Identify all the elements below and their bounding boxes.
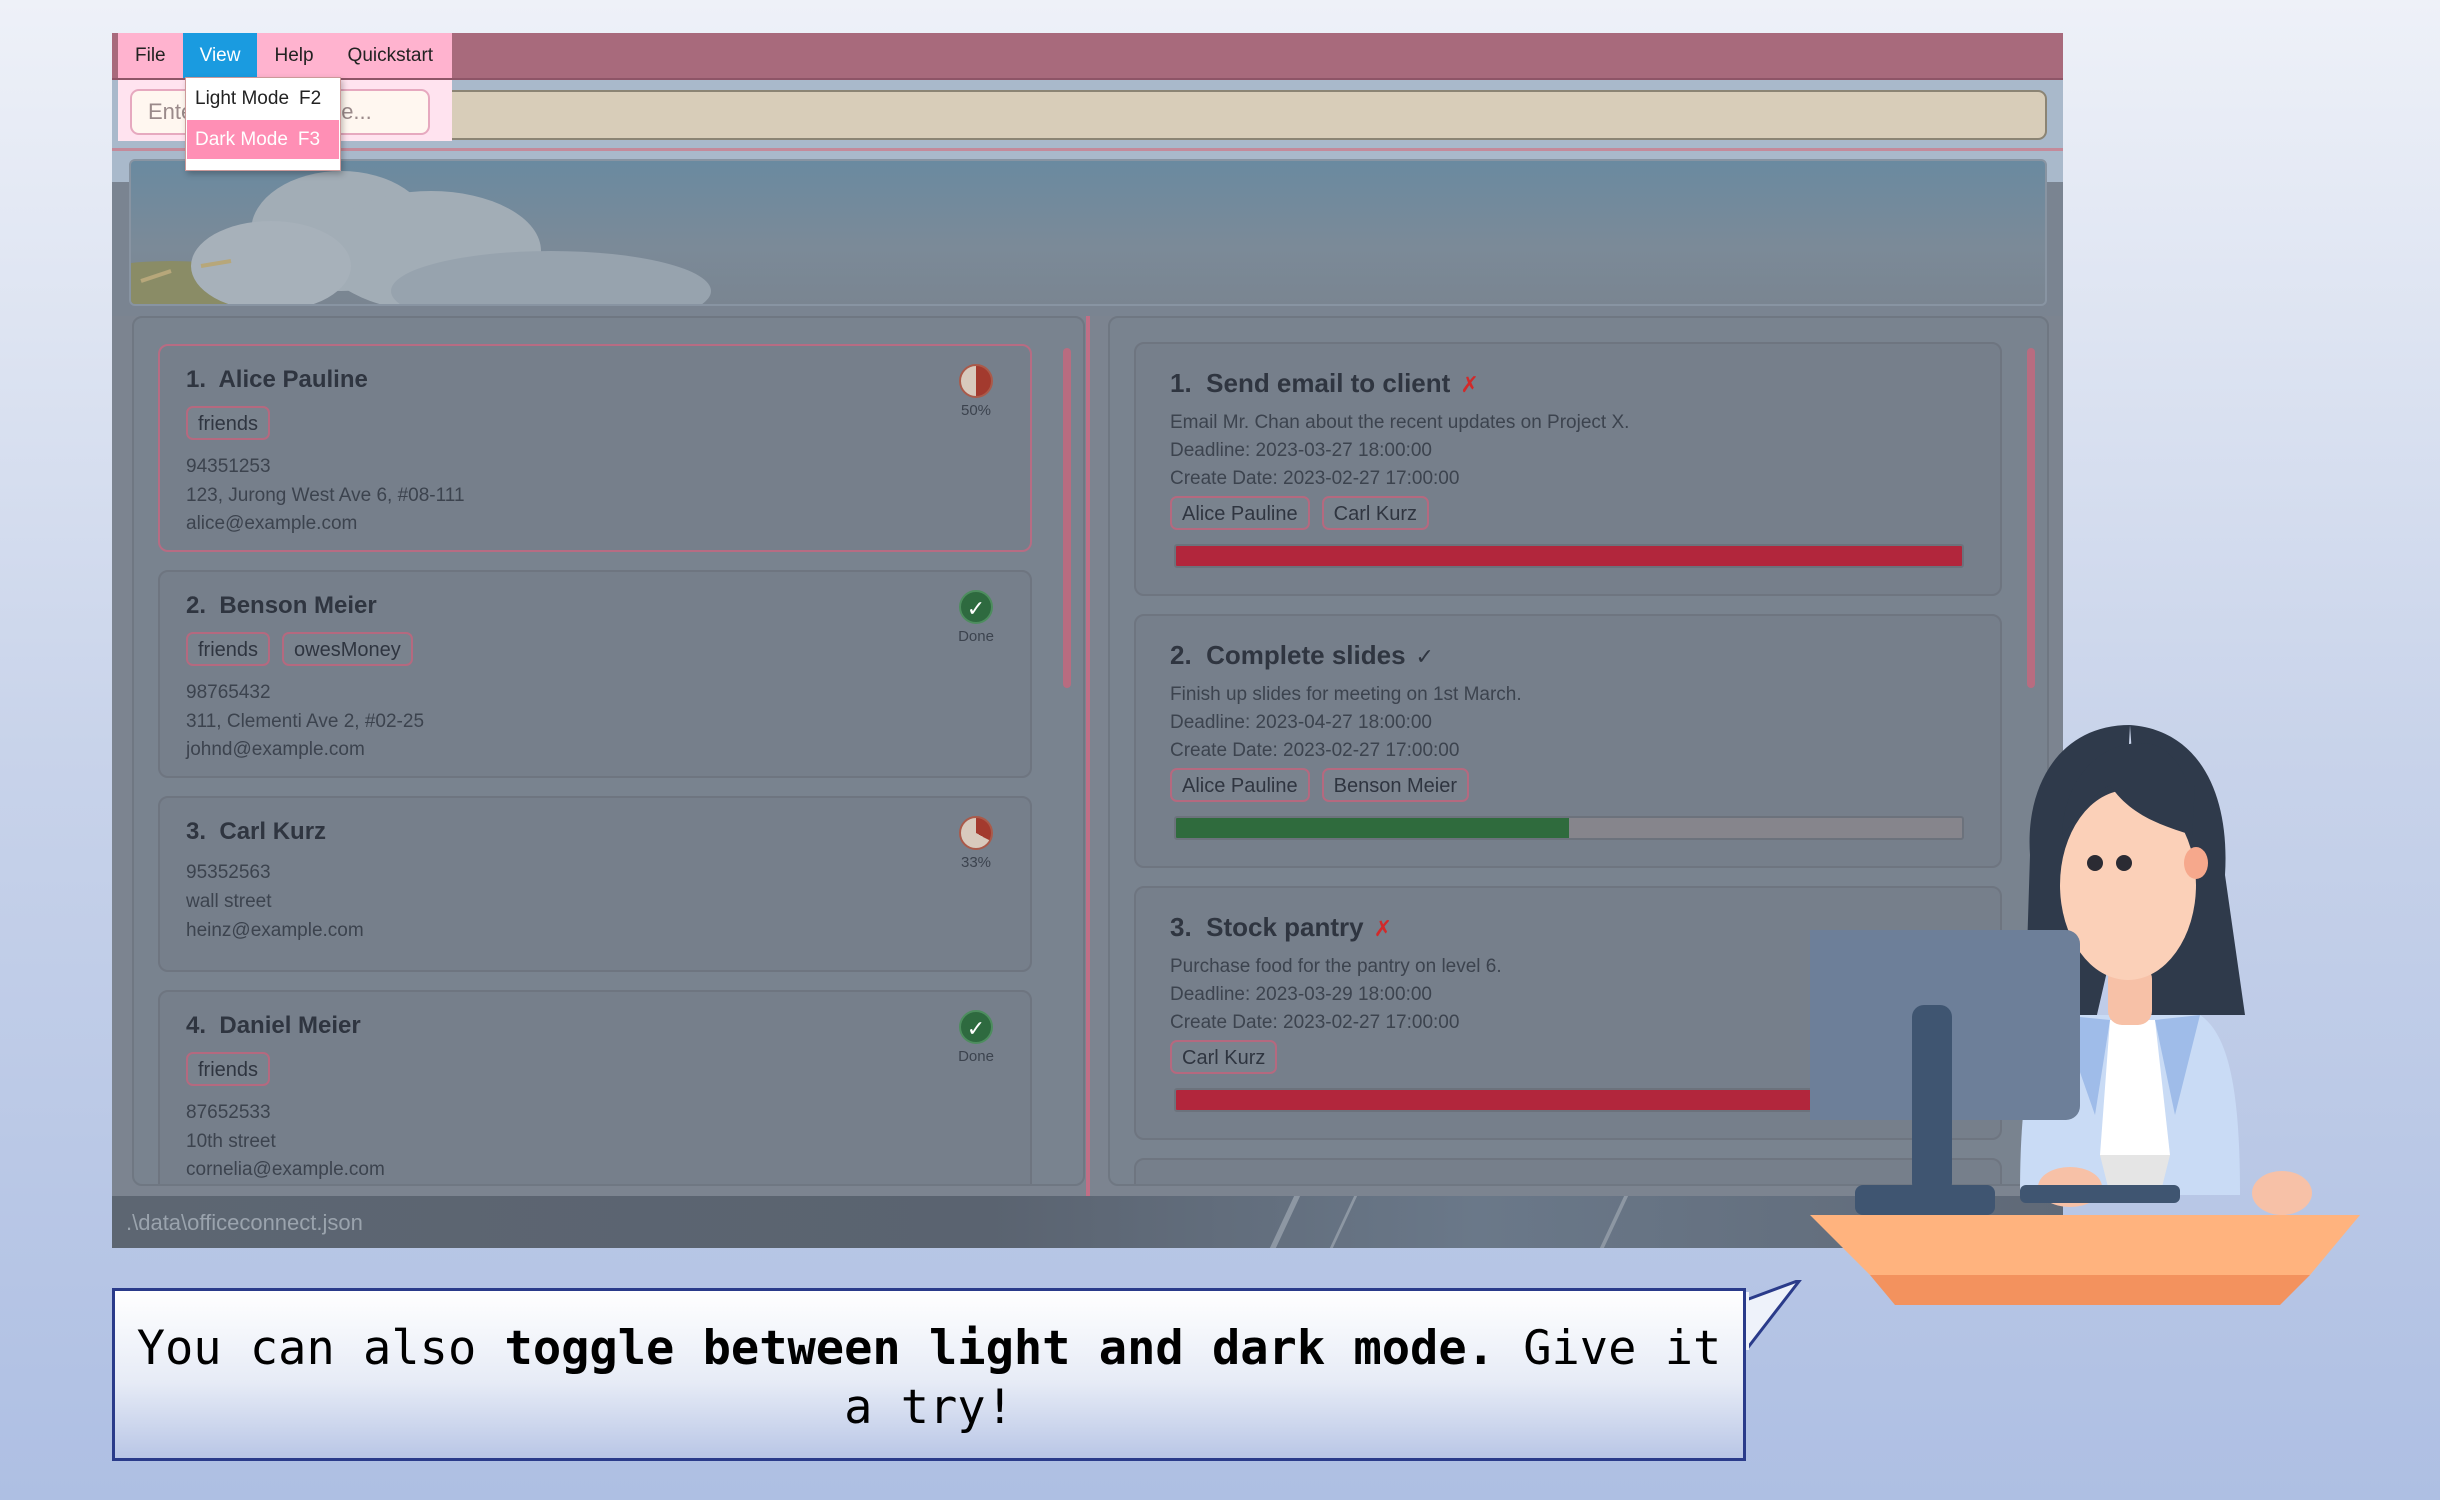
progress-fill [1176, 818, 1569, 838]
task-assignees: Carl Kurz [1170, 1040, 1289, 1074]
menu-file[interactable]: File [118, 33, 183, 78]
person-address: wall street [186, 891, 272, 912]
result-display [129, 159, 2047, 306]
task-create-date: Create Date: 2023-02-27 17:00:00 [1170, 740, 1460, 761]
task-title: 1. Send email to client ✗ [1170, 368, 1479, 398]
cloud-illustration [131, 171, 711, 304]
not-done-icon: ✗ [1460, 372, 1479, 397]
light-mode-item[interactable]: Light Mode F2 [187, 79, 339, 118]
light-mode-label: Light Mode [195, 88, 290, 109]
person-card[interactable]: 1. Alice Pauline friends 94351253 123, J… [158, 344, 1032, 552]
menu-view[interactable]: View [182, 33, 258, 78]
view-dropdown: Light Mode F2 Dark Mode F3 [185, 77, 341, 171]
person-title: 3. Carl Kurz [186, 818, 327, 845]
person-phone: 87652533 [186, 1102, 271, 1123]
task-create-date: Create Date: 2023-02-27 17:00:00 [1170, 468, 1460, 489]
task-deadline: Deadline: 2023-03-27 18:00:00 [1170, 440, 1432, 461]
task-assignees: Alice Pauline Benson Meier [1170, 768, 1481, 802]
task-assignees: Alice Pauline Carl Kurz [1170, 496, 1441, 530]
app-window: File View Help Quickstart Light Mode F2 D… [112, 33, 2063, 1248]
tag: friends [186, 406, 271, 440]
person-address: 311, Clementi Ave 2, #02-25 [186, 711, 425, 732]
divider-line [112, 148, 2063, 151]
menu-help[interactable]: Help [257, 33, 330, 78]
panel-divider[interactable] [1086, 316, 1090, 1196]
task-description: Purchase food for the pantry on level 6. [1170, 956, 1502, 977]
bubble-bold-text: toggle between light and dark mode. [504, 1321, 1495, 1376]
dark-mode-shortcut: F3 [297, 129, 321, 150]
person-phone: 94351253 [186, 456, 271, 477]
bubble-text: You can also toggle between light and da… [136, 1321, 1722, 1435]
person-email: cornelia@example.com [186, 1159, 385, 1180]
character-illustration [1810, 725, 2360, 1305]
done-check-icon: ✓ [1415, 644, 1434, 669]
person-card[interactable]: 4. Daniel Meier friends 87652533 10th st… [158, 990, 1032, 1184]
person-card[interactable]: 2. Benson Meier friends owesMoney 9876543… [158, 570, 1032, 778]
task-create-date: Create Date: 2023-02-27 17:00:00 [1170, 1012, 1460, 1033]
speech-bubble: You can also toggle between light and da… [112, 1288, 1746, 1461]
task-deadline: Deadline: 2023-04-27 18:00:00 [1170, 712, 1432, 733]
light-mode-shortcut: F2 [299, 88, 322, 109]
checkmark-icon: ✓ [959, 1010, 993, 1044]
menu-bar: File View Help Quickstart [112, 33, 2063, 80]
person-phone: 95352563 [186, 862, 271, 883]
person-tags: friends [186, 406, 282, 440]
tag: owesMoney [282, 632, 413, 666]
assignee-tag: Benson Meier [1321, 768, 1470, 802]
person-title: 4. Daniel Meier [186, 1012, 361, 1039]
task-list-scrollbar[interactable] [2027, 348, 2035, 688]
task-deadline: Deadline: 2023-03-29 18:00:00 [1170, 984, 1432, 1005]
main-panels: 1. Alice Pauline friends 94351253 123, J… [112, 316, 2063, 1196]
assignee-tag: Carl Kurz [1321, 496, 1429, 530]
person-address: 123, Jurong West Ave 6, #08-111 [186, 485, 465, 506]
person-status: ✓ Done [946, 590, 1006, 645]
person-address: 10th street [186, 1131, 276, 1152]
person-title: 2. Benson Meier [186, 592, 377, 619]
task-card[interactable]: 1. Send email to client ✗ Email Mr. Chan … [1134, 342, 2002, 596]
person-card[interactable]: 3. Carl Kurz 95352563 wall street heinz@… [158, 796, 1032, 972]
person-tags: friends owesMoney [186, 632, 425, 666]
task-title: 2. Complete slides ✓ [1170, 640, 1434, 670]
checkmark-icon: ✓ [959, 590, 993, 624]
assignee-tag: Alice Pauline [1170, 768, 1310, 802]
person-tags: friends [186, 1052, 282, 1086]
dark-mode-item[interactable]: Dark Mode F3 [187, 120, 339, 159]
speech-bubble-tail [1740, 1280, 1802, 1350]
person-phone: 98765432 [186, 682, 271, 703]
person-status: 50% [946, 364, 1006, 419]
progress-pie-icon [959, 816, 993, 850]
tag: friends [186, 632, 271, 666]
assignee-tag: Alice Pauline [1170, 496, 1310, 530]
task-description: Finish up slides for meeting on 1st Marc… [1170, 684, 1522, 705]
tag: friends [186, 1052, 271, 1086]
person-email: heinz@example.com [186, 920, 364, 941]
not-done-icon: ✗ [1373, 916, 1393, 941]
assignee-tag: Carl Kurz [1170, 1040, 1278, 1074]
person-list-scrollbar[interactable] [1063, 348, 1071, 688]
file-path: .\data\officeconnect.json [126, 1210, 363, 1235]
person-email: johnd@example.com [186, 739, 365, 760]
dark-mode-label: Dark Mode [195, 129, 288, 150]
task-description: Email Mr. Chan about the recent updates … [1170, 412, 1630, 433]
person-status: ✓ Done [946, 1010, 1006, 1065]
person-title: 1. Alice Pauline [186, 366, 368, 393]
person-list-panel[interactable]: 1. Alice Pauline friends 94351253 123, J… [132, 316, 1085, 1186]
progress-pie-icon [959, 364, 993, 398]
progress-fill [1176, 546, 1962, 566]
person-status: 33% [946, 816, 1006, 871]
task-progress-bar [1174, 544, 1964, 568]
task-title: 3. Stock pantry ✗ [1170, 912, 1393, 942]
menu-quickstart[interactable]: Quickstart [331, 33, 451, 78]
status-bar: .\data\officeconnect.json [112, 1196, 2063, 1248]
person-email: alice@example.com [186, 513, 358, 534]
